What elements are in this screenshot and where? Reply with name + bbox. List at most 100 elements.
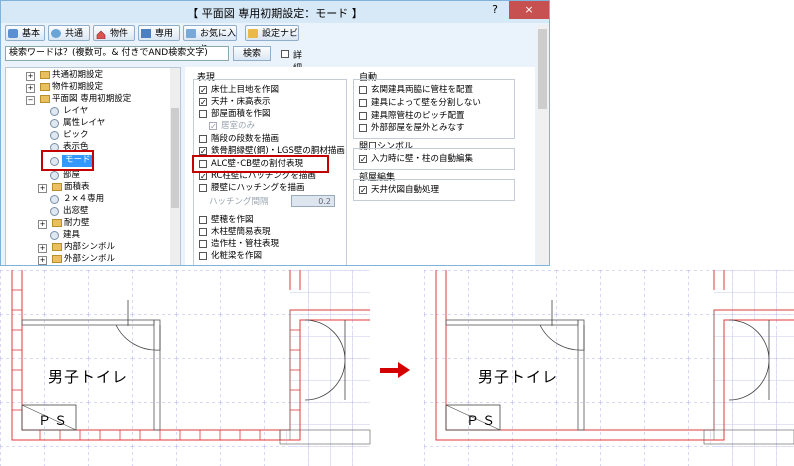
search-input[interactable] bbox=[5, 46, 229, 61]
checkbox[interactable] bbox=[199, 184, 207, 192]
option-label: 階段の段数を描画 bbox=[211, 134, 280, 144]
setting-icon bbox=[50, 131, 59, 140]
expand-icon[interactable]: + bbox=[26, 72, 35, 81]
option-label: 腰壁にハッチングを描画 bbox=[211, 183, 305, 193]
tree-item-label: 出窓壁 bbox=[63, 206, 89, 216]
arrow-icon bbox=[380, 362, 410, 378]
option-label: 建具際管柱のピッチ配置 bbox=[371, 111, 465, 121]
dedicated-button[interactable]: 専用 bbox=[138, 25, 180, 41]
dialog-scrollbar[interactable] bbox=[537, 25, 548, 265]
expand-icon[interactable]: + bbox=[38, 244, 47, 253]
navi-icon bbox=[248, 29, 258, 38]
option-label: 外部部屋を屋外とみなす bbox=[371, 123, 465, 133]
option-label: 入力時に壁・柱の自動編集 bbox=[371, 154, 474, 164]
highlight-alc-box bbox=[192, 155, 329, 173]
tile-grid bbox=[290, 270, 370, 320]
checkbox[interactable] bbox=[199, 110, 207, 118]
collapse-icon[interactable]: − bbox=[26, 96, 35, 105]
ps-label-before: ＰＳ bbox=[38, 414, 71, 429]
tree-item-label: 外部シンボル bbox=[64, 254, 116, 264]
help-button[interactable]: ? bbox=[481, 1, 509, 19]
hatch-interval-input[interactable] bbox=[291, 195, 335, 207]
tree-item-label: 共通初期設定 bbox=[52, 70, 104, 80]
highlight-mode-box bbox=[41, 150, 94, 171]
option-label: 玄関建具両脇に管柱を配置 bbox=[371, 85, 474, 95]
hatch-interval-label: ハッチング間隔 bbox=[209, 197, 269, 207]
setting-icon bbox=[50, 171, 59, 180]
checkbox[interactable]: ✓ bbox=[359, 155, 367, 164]
option-label: 造作柱・管柱表現 bbox=[211, 239, 280, 249]
folder-icon bbox=[40, 71, 50, 79]
room-label-before: 男子トイレ bbox=[48, 368, 129, 386]
detail-search-checkbox[interactable] bbox=[281, 50, 289, 58]
property-button[interactable]: 物件 bbox=[93, 25, 135, 41]
checkbox[interactable] bbox=[199, 216, 207, 224]
house-icon bbox=[96, 29, 106, 40]
favorites-button[interactable]: お気に入り▼ bbox=[183, 25, 237, 55]
expand-icon[interactable]: + bbox=[26, 84, 35, 93]
tree-item-label: 内部シンボル bbox=[64, 242, 116, 252]
tile-grid bbox=[714, 270, 794, 320]
favorites-icon bbox=[186, 29, 196, 38]
option-label: 床仕上目地を作図 bbox=[211, 85, 280, 95]
option-label: 建具によって壁を分割しない bbox=[371, 98, 481, 108]
tree-scroll-thumb[interactable] bbox=[171, 108, 179, 208]
checkbox[interactable] bbox=[199, 240, 207, 248]
setting-icon bbox=[50, 107, 59, 116]
checkbox[interactable] bbox=[359, 124, 367, 132]
tree-item-label: 属性レイヤ bbox=[63, 118, 106, 128]
checkbox[interactable] bbox=[199, 228, 207, 236]
checkbox[interactable]: ✓ bbox=[199, 147, 207, 156]
basic-button-label: 基本 bbox=[22, 29, 41, 39]
checkbox[interactable]: ✓ bbox=[209, 122, 217, 131]
tree-item-label: ピック bbox=[63, 130, 89, 140]
expand-icon[interactable]: + bbox=[38, 220, 47, 229]
tree-item-label: 建具 bbox=[63, 230, 81, 240]
tree-item-label: 面積表 bbox=[64, 182, 90, 192]
title-bar: 【 平面図 専用初期設定：モード 】 ? × bbox=[1, 1, 549, 23]
property-button-label: 物件 bbox=[110, 29, 129, 39]
plan-icon bbox=[141, 29, 151, 38]
common-button-label: 共通 bbox=[65, 29, 84, 39]
tree-item-label: 物件初期設定 bbox=[52, 82, 104, 92]
tree-item-label: 平面図 専用初期設定 bbox=[52, 94, 132, 104]
checkbox[interactable] bbox=[199, 252, 207, 260]
checkbox[interactable] bbox=[359, 112, 367, 120]
checkbox[interactable]: ✓ bbox=[359, 186, 367, 195]
tree-scrollbar[interactable] bbox=[170, 68, 180, 265]
common-icon bbox=[51, 29, 61, 38]
option-label: 部屋面積を作図 bbox=[211, 109, 271, 119]
option-label: 壁穂を作図 bbox=[211, 215, 254, 225]
checkbox[interactable] bbox=[359, 99, 367, 107]
dialog-scroll-thumb[interactable] bbox=[538, 29, 547, 109]
checkbox[interactable]: ✓ bbox=[199, 172, 207, 181]
expand-icon[interactable]: + bbox=[38, 184, 47, 193]
setting-icon bbox=[50, 207, 59, 216]
setting-icon bbox=[50, 231, 59, 240]
folder-icon bbox=[52, 219, 62, 227]
setting-navi-button[interactable]: 設定ナビ bbox=[245, 25, 299, 41]
folder-icon bbox=[52, 243, 62, 251]
option-label: 木柱壁簡易表現 bbox=[211, 227, 271, 237]
tree-item-label: ２×４専用 bbox=[63, 194, 105, 204]
checkbox[interactable] bbox=[359, 86, 367, 94]
setting-icon bbox=[50, 195, 59, 204]
folder-open-icon bbox=[40, 95, 50, 103]
setting-icon bbox=[50, 119, 59, 128]
option-label: 居室のみ bbox=[221, 121, 256, 131]
close-button[interactable]: × bbox=[509, 1, 549, 19]
search-button[interactable]: 検索 bbox=[233, 46, 271, 61]
dedicated-button-label: 専用 bbox=[155, 29, 174, 39]
folder-icon bbox=[52, 183, 62, 191]
checkbox[interactable]: ✓ bbox=[199, 98, 207, 107]
checkbox[interactable] bbox=[199, 135, 207, 143]
expand-icon[interactable]: + bbox=[38, 256, 47, 265]
setting-navi-label: 設定ナビ bbox=[262, 29, 299, 39]
tile-grid bbox=[714, 330, 794, 466]
common-button[interactable]: 共通 bbox=[48, 25, 90, 41]
basic-button[interactable]: 基本 bbox=[5, 25, 45, 41]
dialog-title: 【 平面図 専用初期設定：モード 】 bbox=[187, 7, 363, 20]
checkbox[interactable]: ✓ bbox=[199, 86, 207, 95]
tree-item-label: 耐力壁 bbox=[64, 218, 90, 228]
option-label: 天井・床高表示 bbox=[211, 97, 271, 107]
